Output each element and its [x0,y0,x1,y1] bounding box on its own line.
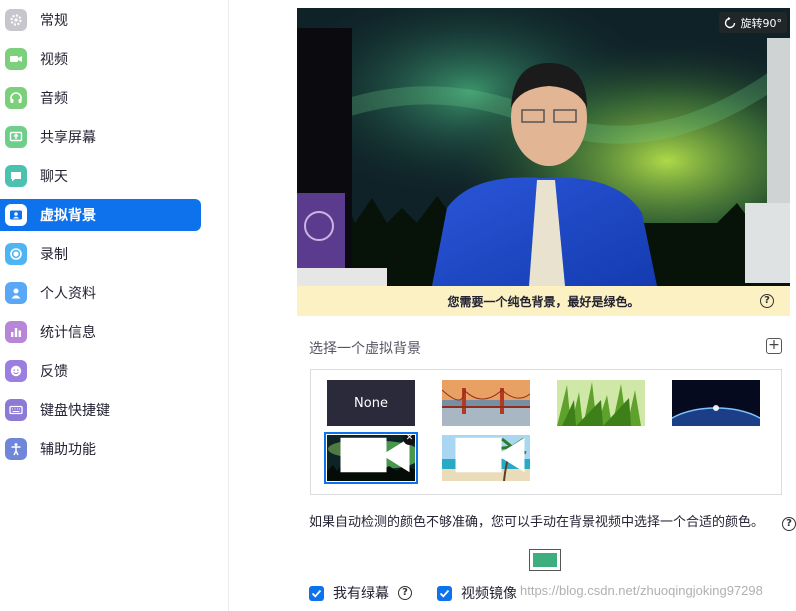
sidebar-item-label: 音频 [40,91,68,107]
color-hint-text: 如果自动检测的颜色不够准确，您可以手动在背景视频中选择一个合适的颜色。 [309,515,765,530]
chat-bubble-icon [5,165,27,187]
check-icon [311,589,322,598]
background-earth-from-space[interactable] [672,380,760,426]
background-golden-gate-bridge[interactable] [442,380,530,426]
sidebar-item[interactable]: 音频 [0,82,201,114]
video-preview: 旋转90° [297,8,790,286]
sidebar-item[interactable]: 共享屏幕 [0,121,201,153]
sidebar-item-label: 聊天 [40,169,68,185]
notice-text: 您需要一个纯色背景，最好是绿色。 [447,294,640,309]
sidebar-item[interactable]: 反馈 [0,355,201,387]
sidebar-item-label: 统计信息 [40,325,96,341]
remove-background-button[interactable]: ✕ [403,435,415,445]
video-camera-icon [5,48,27,70]
sidebar-item[interactable]: 个人资料 [0,277,201,309]
sidebar-item-label: 录制 [40,247,68,263]
rotate-button[interactable]: 旋转90° [718,12,787,33]
sidebar-item-label: 辅助功能 [40,442,96,458]
help-icon[interactable]: ? [782,517,796,531]
sidebar-item-label: 共享屏幕 [40,130,96,146]
mirror-video-option[interactable]: 视频镜像 [437,583,517,603]
sidebar-item-label: 常规 [40,13,68,29]
key-color-picker[interactable] [529,549,561,571]
help-icon[interactable]: ? [398,586,412,600]
sidebar-item-label: 键盘快捷键 [40,403,110,419]
green-screen-notice: 您需要一个纯色背景，最好是绿色。 ? [297,286,790,316]
sidebar-item-label: 视频 [40,52,68,68]
smiley-icon [5,360,27,382]
sidebar-item[interactable]: 录制 [0,238,201,270]
background-gallery: None ✕ [310,369,782,495]
accessibility-icon [5,438,27,460]
background-none[interactable]: None [327,380,415,426]
add-background-button[interactable]: + [766,338,782,354]
rotate-label: 旋转90° [740,16,783,30]
mirror-video-checkbox[interactable] [437,585,452,601]
mirror-video-label: 视频镜像 [461,586,517,602]
check-icon [439,589,450,598]
watermark: https://blog.csdn.net/zhuoqingjoking9729… [520,583,763,598]
key-color-swatch [533,553,557,567]
rotate-icon [724,16,735,28]
green-screen-option[interactable]: 我有绿幕 ? [309,583,412,603]
background-beach-palm[interactable] [442,435,530,481]
sidebar-item[interactable]: 虚拟背景 [0,199,201,231]
keyboard-icon [5,399,27,421]
sidebar-item-label: 反馈 [40,364,68,380]
background-aurora[interactable]: ✕ [324,432,418,484]
sidebar-item[interactable]: 统计信息 [0,316,201,348]
gear-icon [5,9,27,31]
record-icon [5,243,27,265]
background-section-title: 选择一个虚拟背景 [309,341,421,357]
sidebar-item-label: 虚拟背景 [40,208,96,224]
profile-icon [5,282,27,304]
person-card-icon [5,204,27,226]
green-screen-checkbox[interactable] [309,585,324,601]
background-none-label: None [354,395,388,411]
bar-chart-icon [5,321,27,343]
sidebar-item[interactable]: 常规 [0,4,201,36]
headphones-icon [5,87,27,109]
sidebar-item[interactable]: 视频 [0,43,201,75]
background-grass[interactable] [557,380,645,426]
help-icon[interactable]: ? [760,294,774,308]
video-camera-icon [340,437,410,473]
green-screen-label: 我有绿幕 [333,586,389,602]
preview-image [297,8,790,286]
share-screen-icon [5,126,27,148]
sidebar-item[interactable]: 键盘快捷键 [0,394,201,426]
video-camera-icon [455,437,525,473]
sidebar-item-label: 个人资料 [40,286,96,302]
sidebar-item[interactable]: 辅助功能 [0,433,201,465]
sidebar-item[interactable]: 聊天 [0,160,201,192]
settings-sidebar: 常规视频音频共享屏幕聊天虚拟背景录制个人资料统计信息反馈键盘快捷键辅助功能 [0,0,229,611]
